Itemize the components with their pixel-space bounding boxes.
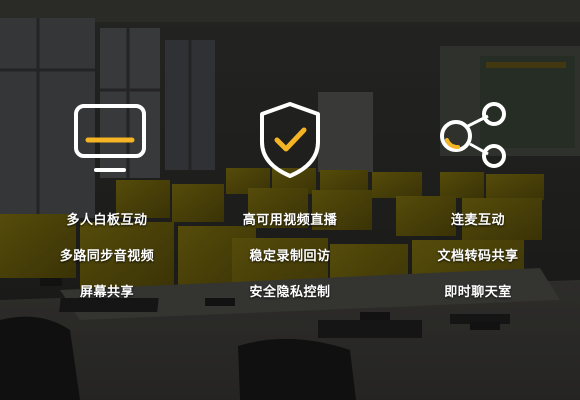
feature-label-doc-transcode: 文档转码共享 — [437, 249, 519, 264]
feature-label-recording-playback: 稳定录制回访 — [249, 249, 331, 264]
monitor-icon — [70, 100, 150, 180]
feature-label-chat-room: 即时聊天室 — [444, 285, 512, 300]
feature-label-live-video: 高可用视频直播 — [242, 213, 338, 228]
feature-label-multi-whiteboard: 多人白板互动 — [66, 213, 148, 228]
classroom-background-image — [0, 0, 580, 400]
shield-check-icon — [250, 100, 330, 180]
feature-banner: 多人白板互动 多路同步音视频 屏幕共享 高可用视频直播 稳定录制回访 安全隐私控… — [0, 0, 580, 400]
feature-label-privacy-control: 安全隐私控制 — [249, 285, 331, 300]
feature-label-multi-av-sync: 多路同步音视频 — [59, 249, 155, 264]
feature-label-co-host: 连麦互动 — [450, 213, 505, 228]
connection-nodes-icon — [432, 100, 512, 180]
feature-label-screen-share: 屏幕共享 — [79, 285, 134, 300]
